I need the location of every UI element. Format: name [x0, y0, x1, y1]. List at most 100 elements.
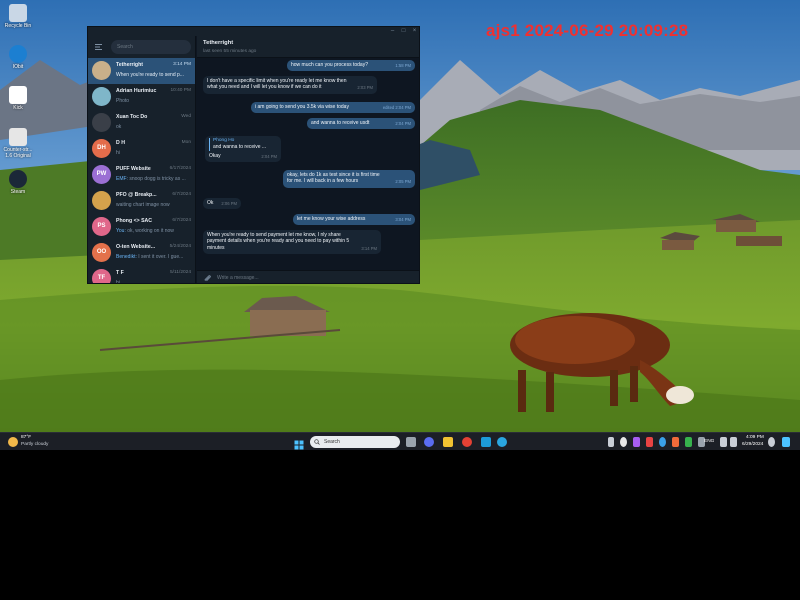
chat-time: 10:40 PM	[170, 88, 191, 93]
chat-list-item[interactable]: PFO @ Breakp... 6/7/2024 waiting chart ima…	[88, 188, 195, 214]
outgoing-message[interactable]: i am going to send you 3.5k via wise tod…	[251, 102, 415, 114]
chat-time: 5/11/2024	[170, 270, 191, 275]
tray-app-icon[interactable]	[659, 437, 666, 447]
chat-time: Mon	[181, 140, 191, 145]
chat-list-item[interactable]: Xuan Toc Do Wed ok	[88, 110, 195, 136]
close-icon[interactable]: ×	[409, 27, 419, 36]
weather-desc: Partly cloudy	[21, 442, 49, 447]
avatar: TF	[92, 269, 111, 283]
kick-icon	[9, 86, 27, 104]
chat-app-icon[interactable]	[424, 437, 434, 447]
chrome-icon[interactable]	[462, 437, 472, 447]
incoming-message[interactable]: I don't have a specific limit when you'r…	[203, 76, 377, 94]
clock-date[interactable]: 6/29/2024	[742, 442, 763, 447]
chat-time: 3:14 PM	[173, 62, 191, 67]
chat-time: 6/7/2024	[172, 192, 191, 197]
telegram-window: – □ × Search Tetherright 3:14 PM When you'…	[87, 26, 420, 284]
desktop-icon-steam[interactable]: Steam	[2, 170, 34, 195]
attach-icon[interactable]	[203, 274, 212, 283]
chat-title: Tetherright	[203, 40, 234, 46]
chat-preview: Photo	[116, 98, 193, 104]
incoming-message[interactable]: Ok 2:06 PM	[203, 198, 241, 210]
desktop-icon-iobit[interactable]: IObit	[2, 45, 34, 70]
timestamp-watermark: ajs1 2024-06-29 20:09:28	[486, 21, 689, 40]
message-text: okay, lets do 1k as test since it is fir…	[287, 172, 380, 185]
copilot-icon[interactable]	[782, 437, 790, 447]
outgoing-message[interactable]: let me know your wise address 3:04 PM	[293, 214, 415, 226]
message-text: how much can you process today?	[291, 62, 368, 68]
file-explorer-icon[interactable]	[443, 437, 453, 447]
chat-preview-text: hi	[116, 280, 120, 284]
outgoing-message[interactable]: okay, lets do 1k as test since it is fir…	[283, 170, 415, 188]
windows-start-icon[interactable]	[294, 437, 304, 450]
reply-text: and wanna to receive ...	[213, 144, 267, 151]
tray-app-icon[interactable]	[685, 437, 692, 447]
counter-strike-icon	[9, 128, 27, 146]
chat-list-item[interactable]: DH D H Mon hi	[88, 136, 195, 162]
chat-list-item[interactable]: PW PUFF Website 6/17/2024 EMF: snoop dogg i…	[88, 162, 195, 188]
maximize-icon[interactable]: □	[398, 27, 409, 36]
tray-app-icon[interactable]	[620, 437, 627, 447]
skype-icon[interactable]	[481, 437, 491, 447]
desktop-icon-recycle-bin[interactable]: Recycle Bin	[2, 4, 34, 29]
message-text: let me know your wise address	[297, 216, 366, 222]
tray-overflow-icon[interactable]	[608, 437, 614, 447]
avatar: PS	[92, 217, 111, 236]
weather-temp: 87°F	[21, 435, 32, 440]
message-text: I don't have a specific limit when you'r…	[207, 78, 347, 91]
chat-header[interactable]: Tetherright last seen 55 minutes ago	[197, 36, 419, 58]
desktop-icon-kick[interactable]: Kick	[2, 86, 34, 111]
outgoing-message[interactable]: how much can you process today? 1:58 PM	[287, 60, 415, 72]
chat-preview-sender: You:	[116, 228, 128, 234]
chat-name: O-ten Website...	[116, 244, 156, 250]
volume-icon[interactable]	[730, 437, 737, 447]
chat-preview-text: Photo	[116, 98, 130, 104]
chat-preview-text: snoop dogg is tricky as ...	[129, 176, 186, 182]
avatar	[92, 61, 111, 80]
weather-icon[interactable]	[8, 437, 18, 447]
notification-bell-icon[interactable]	[768, 437, 775, 447]
chat-name: PFO @ Breakp...	[116, 192, 157, 198]
chat-preview-sender: Benedikt:	[116, 254, 139, 260]
avatar	[92, 87, 111, 106]
chat-preview: Benedikt: I sent it over. I gue...	[116, 254, 193, 260]
message-time: 2:05 PM	[395, 179, 411, 185]
language-indicator[interactable]: ENG	[704, 439, 714, 444]
chat-list-item[interactable]: Tetherright 3:14 PM When you're ready to s…	[88, 58, 195, 84]
chat-preview-text: waiting chart image now	[116, 202, 170, 208]
chat-list-item[interactable]: PS Phong <> SAC 6/7/2024 You: ok, working o…	[88, 214, 195, 240]
task-view-icon[interactable]	[406, 437, 416, 447]
window-titlebar[interactable]: – □ ×	[88, 27, 419, 36]
minimize-icon[interactable]: –	[387, 27, 398, 36]
taskbar-search-input[interactable]: Search	[310, 436, 400, 448]
desktop-icon-counter-strike[interactable]: Counter-str... 1.6 Original	[2, 128, 34, 159]
tray-app-icon[interactable]	[633, 437, 640, 447]
menu-icon[interactable]	[94, 42, 104, 52]
search-input[interactable]: Search	[111, 40, 191, 54]
message-area: how much can you process today? 1:58 PM I …	[197, 58, 419, 270]
chat-name: D H	[116, 140, 125, 146]
incoming-message[interactable]: When you're ready to send payment let me…	[203, 230, 381, 255]
chat-preview-text: I sent it over. I gue...	[138, 254, 184, 260]
telegram-taskbar-icon[interactable]	[497, 437, 507, 447]
chat-preview: You: ok, working on it now	[116, 228, 193, 234]
tray-app-icon[interactable]	[646, 437, 653, 447]
chat-list-item[interactable]: OO O-ten Website... 5/24/2024 Benedikt: I s…	[88, 240, 195, 266]
incoming-message[interactable]: Phong Ho and wanna to receive ... Okay 2:04…	[205, 136, 281, 163]
desktop-icon-label: IObit	[12, 64, 24, 70]
taskbar-search-icon	[314, 439, 320, 445]
chat-preview: hi	[116, 280, 193, 284]
reply-quote[interactable]: Phong Ho and wanna to receive ...	[209, 138, 277, 151]
clock-time[interactable]: 4:09 PM	[746, 435, 764, 440]
avatar: DH	[92, 139, 111, 158]
wifi-icon[interactable]	[720, 437, 727, 447]
chat-list-item[interactable]: TF T F 5/11/2024 hi	[88, 266, 195, 284]
chat-preview-text: When you're ready to send p...	[116, 72, 184, 78]
chat-list-item[interactable]: Adrian Hurimiuc 10:40 PM Photo	[88, 84, 195, 110]
chat-preview-text: ok	[116, 124, 122, 130]
outgoing-message[interactable]: and wanna to receive usdt 2:04 PM	[307, 118, 415, 130]
tray-app-icon[interactable]	[672, 437, 679, 447]
chat-time: 6/7/2024	[172, 218, 191, 223]
chat-name: Adrian Hurimiuc	[116, 88, 157, 94]
message-input[interactable]: Write a message...	[217, 274, 357, 283]
